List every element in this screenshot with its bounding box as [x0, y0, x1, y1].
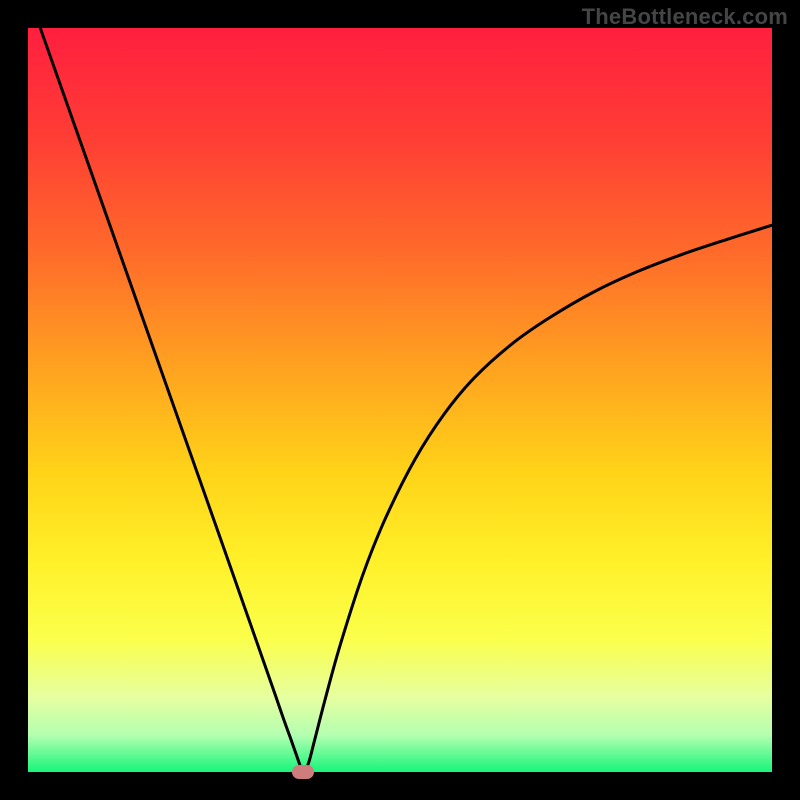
watermark-text: TheBottleneck.com [582, 4, 788, 30]
gradient-background [28, 28, 772, 772]
chart-frame: TheBottleneck.com [0, 0, 800, 800]
plot-area [28, 28, 772, 772]
optimal-marker [292, 765, 314, 779]
bottleneck-plot [28, 28, 772, 772]
